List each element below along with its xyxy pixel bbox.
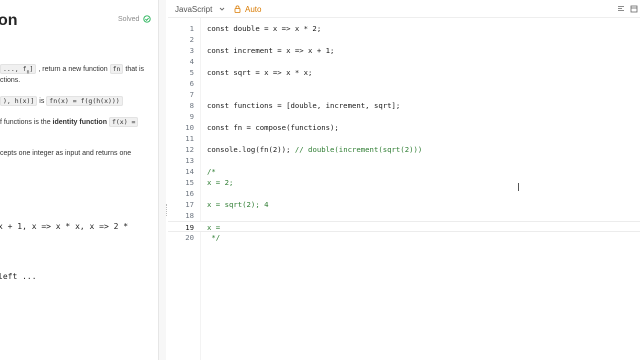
code-line[interactable]: 10 const fn = compose(functions); <box>168 122 640 133</box>
line-number: 7 <box>189 90 194 99</box>
code-line[interactable]: 9 <box>168 111 640 122</box>
line-number: 18 <box>185 211 194 220</box>
line-number: 16 <box>185 189 194 198</box>
line-number: 6 <box>189 79 194 88</box>
line-number: 5 <box>189 68 194 77</box>
line-number: 20 <box>185 233 194 242</box>
lock-icon <box>234 5 241 13</box>
code-comment[interactable]: */ <box>207 233 220 242</box>
code-text[interactable]: console.log(fn(2)); // double(increment(… <box>207 144 422 155</box>
code-comment[interactable]: x = 2; <box>207 178 233 187</box>
line-number: 4 <box>189 57 194 66</box>
code-comment[interactable]: // double(increment(sqrt(2))) <box>295 145 422 154</box>
code-line[interactable]: 8 const functions = [double, increment, s… <box>168 100 640 111</box>
code-line[interactable]: 19 x = <box>168 221 640 232</box>
code-editor[interactable]: 1 const double = x => x * 2; 2 3 const incre… <box>168 18 640 360</box>
code-line[interactable]: 16 <box>168 188 640 199</box>
description-line-1: ..., fn] , return a new function fn that… <box>0 64 144 75</box>
code-text[interactable]: /* <box>207 166 216 177</box>
code-text[interactable]: const functions = [double, increment, sq… <box>207 100 400 111</box>
code-comment[interactable]: x = sqrt(2); 4 <box>207 200 269 209</box>
code-line[interactable]: 11 <box>168 133 640 144</box>
code-line[interactable]: 2 <box>168 34 640 45</box>
code-text[interactable]: const increment = x => x + 1; <box>207 45 334 56</box>
code-text[interactable]: const double = x => x * 2; <box>207 23 321 34</box>
code-comment[interactable]: x = <box>207 223 220 232</box>
line-number: 10 <box>185 123 194 132</box>
autocomplete-mode-button[interactable]: Auto <box>245 5 261 14</box>
code-line[interactable]: 13 <box>168 155 640 166</box>
code-line[interactable]: 14 /* <box>168 166 640 177</box>
code-text[interactable]: const fn = compose(functions); <box>207 122 339 133</box>
example-explanation: left ... <box>0 272 37 281</box>
line-number: 17 <box>185 200 194 209</box>
description-line-4: f functions is the identity function f(x… <box>0 117 139 127</box>
code-line[interactable]: 15 x = 2; <box>168 177 640 188</box>
code-editor-panel: JavaScript Auto 1 const double = x => x *… <box>168 0 640 360</box>
line-number: 2 <box>189 35 194 44</box>
code-line[interactable]: 6 <box>168 78 640 89</box>
check-circle-icon <box>143 15 151 23</box>
line-number: 3 <box>189 46 194 55</box>
panel-resize-handle[interactable] <box>158 0 166 360</box>
description-line-5: cepts one integer as input and returns o… <box>0 150 132 157</box>
code-line[interactable]: 4 <box>168 56 640 67</box>
description-line-3: ), h(x)] is fn(x) = f(g(h(x))) <box>0 96 123 106</box>
solved-status: Solved <box>118 16 140 23</box>
code-line[interactable]: 3 const increment = x => x + 1; <box>168 45 640 56</box>
code-chip: ..., fn] <box>0 64 37 75</box>
code-comment[interactable]: /* <box>207 167 216 176</box>
code-line[interactable]: 20 */ <box>168 232 640 243</box>
code-text[interactable]: const sqrt = x => x * x; <box>207 67 312 78</box>
code-chip: fn(x) = f(g(h(x))) <box>46 96 123 106</box>
problem-title: on <box>0 12 18 29</box>
code-line[interactable]: 12 console.log(fn(2)); // double(incremen… <box>168 144 640 155</box>
code-chip: ), h(x)] <box>0 96 38 106</box>
line-number: 1 <box>189 24 194 33</box>
code-chip: fn <box>109 64 124 74</box>
language-selector[interactable]: JavaScript <box>175 5 212 14</box>
editor-toolbar: JavaScript Auto <box>168 0 640 18</box>
line-number: 8 <box>189 101 194 110</box>
example-input: x + 1, x => x * x, x => 2 * <box>0 222 129 231</box>
line-number: 14 <box>185 167 194 176</box>
code-line[interactable]: 5 const sqrt = x => x * x; <box>168 67 640 78</box>
expand-icon[interactable] <box>630 5 638 13</box>
line-number: 12 <box>185 145 194 154</box>
code-text[interactable]: */ <box>207 232 220 243</box>
code-chip: f(x) = <box>108 117 139 127</box>
code-text[interactable]: x = 2; <box>207 177 233 188</box>
code-line[interactable]: 18 <box>168 210 640 221</box>
line-number: 9 <box>189 112 194 121</box>
chevron-down-icon[interactable] <box>219 6 225 12</box>
line-number: 13 <box>185 156 194 165</box>
code-text[interactable]: x = sqrt(2); 4 <box>207 199 269 210</box>
code-line[interactable]: 17 x = sqrt(2); 4 <box>168 199 640 210</box>
code-line[interactable]: 1 const double = x => x * 2; <box>168 23 640 34</box>
format-align-icon[interactable] <box>617 5 625 13</box>
code-line[interactable]: 7 <box>168 89 640 100</box>
problem-description-panel: on Solved ..., fn] , return a new functi… <box>0 0 160 360</box>
line-number: 15 <box>185 178 194 187</box>
line-number: 11 <box>185 134 194 143</box>
description-line-2: ctions. <box>0 77 21 84</box>
mouse-cursor <box>518 183 521 191</box>
